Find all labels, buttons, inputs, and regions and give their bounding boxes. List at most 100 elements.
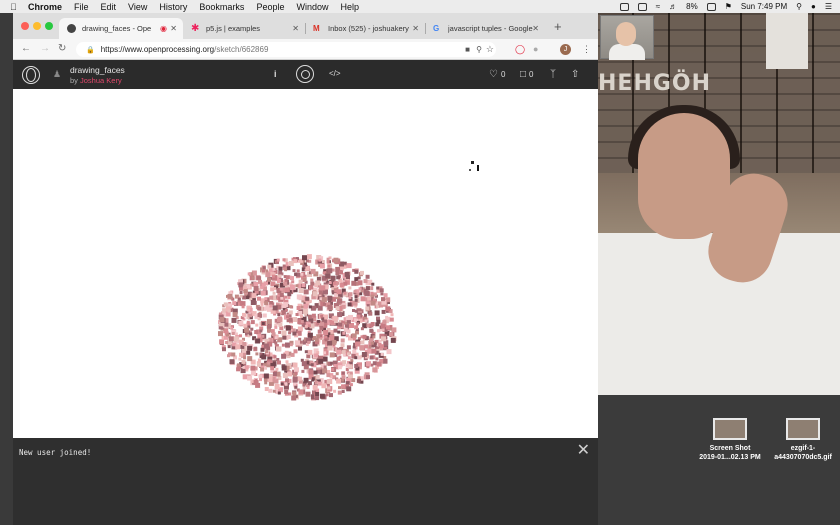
canvas-pixel <box>315 280 321 286</box>
canvas-pixel <box>383 293 388 298</box>
console-close-icon[interactable]: ✕ <box>577 443 590 459</box>
info-icon[interactable]: i <box>274 69 277 79</box>
canvas-pixel <box>279 293 284 297</box>
camera-icon[interactable]: ■ <box>465 45 470 54</box>
canvas-pixel <box>301 361 307 367</box>
creative-cloud-icon[interactable] <box>619 2 629 11</box>
extension-icon[interactable]: ● <box>533 44 538 54</box>
menu-view[interactable]: View <box>128 2 147 12</box>
canvas-pixel <box>289 284 295 290</box>
menu-window[interactable]: Window <box>296 2 328 12</box>
canvas-pixel <box>365 274 370 279</box>
tab-close-icon[interactable]: ✕ <box>170 24 177 33</box>
canvas-pixel <box>304 350 308 354</box>
canvas-pixel <box>322 356 328 362</box>
canvas-pixel <box>251 293 257 299</box>
likes-button[interactable]: ♡ 0 <box>489 69 505 80</box>
canvas-pixel <box>294 273 298 277</box>
canvas-pixel <box>343 291 347 295</box>
file-name-line2: 2019-01...02.13 PM <box>699 454 761 461</box>
canvas-pixel <box>317 329 322 334</box>
menu-people[interactable]: People <box>256 2 284 12</box>
comment-icon: □ <box>520 69 527 80</box>
canvas-pixel <box>326 379 331 384</box>
menu-file[interactable]: File <box>74 2 89 12</box>
canvas-pixel <box>338 355 342 359</box>
fork-icon[interactable]: ᛉ <box>550 69 556 80</box>
screen-mirror-icon[interactable] <box>637 2 647 11</box>
siri-icon[interactable]: ● <box>811 2 816 11</box>
desktop-file-gif[interactable]: ezgif-1- a44307070dc5.gif <box>768 418 838 462</box>
canvas-pixel <box>269 295 274 300</box>
canvas-pixel <box>333 328 338 333</box>
canvas-pixel <box>253 380 259 385</box>
canvas-pixel <box>286 335 291 339</box>
forward-arrow-icon[interactable]: → <box>40 43 50 54</box>
bookmark-star-icon[interactable]: ☆ <box>486 44 494 55</box>
canvas-pixel <box>247 375 253 381</box>
canvas-pixel <box>315 396 319 401</box>
tab-close-icon[interactable]: ✕ <box>532 24 539 33</box>
back-arrow-icon[interactable]: ← <box>21 43 31 54</box>
reload-icon[interactable]: ↻ <box>58 43 66 54</box>
menu-bookmarks[interactable]: Bookmarks <box>199 2 244 12</box>
gmail-favicon-icon: M <box>313 24 320 33</box>
tab-google-search[interactable]: G javascript tuples - Google ✕ <box>425 18 545 39</box>
canvas-pixel <box>369 328 374 333</box>
tab-close-icon[interactable]: ✕ <box>412 24 419 33</box>
apple-menu-icon[interactable]:  <box>10 2 20 12</box>
canvas-pixel <box>368 311 373 316</box>
menu-help[interactable]: Help <box>340 2 359 12</box>
canvas-pixel <box>381 336 386 342</box>
canvas-pixel <box>340 343 345 348</box>
profile-avatar[interactable]: J <box>560 44 571 55</box>
new-tab-icon[interactable]: + <box>554 19 562 34</box>
key-icon[interactable]: ⚲ <box>476 45 482 54</box>
author-link[interactable]: Joshua Kery <box>80 76 122 85</box>
close-window-button[interactable] <box>21 22 29 30</box>
battery-percent[interactable]: 8% <box>686 2 698 11</box>
clock[interactable]: Sun 7:49 PM <box>741 2 787 11</box>
file-name-line1: Screen Shot <box>709 445 751 452</box>
battery-icon[interactable] <box>706 2 716 11</box>
notification-center-icon[interactable]: ☰ <box>825 2 832 11</box>
desktop-file-screenshot[interactable]: Screen Shot 2019-01...02.13 PM <box>695 418 765 462</box>
wifi-icon[interactable]: ≈ <box>656 2 660 11</box>
zoom-window-button[interactable] <box>45 22 53 30</box>
canvas-pixel <box>239 291 243 294</box>
canvas-pixel <box>288 331 292 335</box>
volume-icon[interactable]: ♬ <box>669 2 677 11</box>
menu-app-name[interactable]: Chrome <box>28 2 62 12</box>
share-icon[interactable]: ⇧ <box>571 69 579 80</box>
openprocessing-logo-icon[interactable] <box>22 66 40 84</box>
spotlight-icon[interactable]: ⚲ <box>796 2 802 11</box>
canvas-pixel <box>314 353 319 358</box>
user-icon[interactable]: ♟ <box>53 69 61 80</box>
canvas-pixel <box>239 294 243 298</box>
tab-drawing-faces[interactable]: drawing_faces - Ope ◉ ✕ <box>59 18 183 39</box>
menu-edit[interactable]: Edit <box>101 2 117 12</box>
canvas-pixel <box>348 286 352 290</box>
canvas-pixel <box>354 298 358 302</box>
tab-p5js-examples[interactable]: ✱ p5.js | examples ✕ <box>183 18 306 39</box>
code-icon[interactable]: </> <box>329 69 341 78</box>
minimize-window-button[interactable] <box>33 22 41 30</box>
canvas-pixel <box>281 353 287 359</box>
menu-history[interactable]: History <box>159 2 187 12</box>
canvas-pixel <box>346 386 352 392</box>
comments-button[interactable]: □ 0 <box>520 69 534 80</box>
opera-extension-icon[interactable]: ◯ <box>515 44 525 55</box>
canvas-pixel <box>335 306 340 311</box>
canvas-pixel <box>263 343 269 349</box>
address-bar[interactable]: 🔒 https://www.openprocessing.org/sketch/… <box>76 42 496 57</box>
likes-count: 0 <box>500 70 506 79</box>
self-view-thumbnail[interactable] <box>600 15 654 60</box>
canvas-pixel <box>364 313 367 317</box>
canvas-pixel <box>390 313 394 317</box>
flag-icon[interactable]: ⚑ <box>725 2 732 11</box>
sketch-canvas[interactable] <box>13 89 598 438</box>
chrome-menu-icon[interactable]: ⋮ <box>582 44 591 55</box>
tab-gmail-inbox[interactable]: M Inbox (525) - joshuakery ✕ <box>305 18 426 39</box>
tab-close-icon[interactable]: ✕ <box>292 24 299 33</box>
run-sketch-icon[interactable] <box>296 65 314 83</box>
